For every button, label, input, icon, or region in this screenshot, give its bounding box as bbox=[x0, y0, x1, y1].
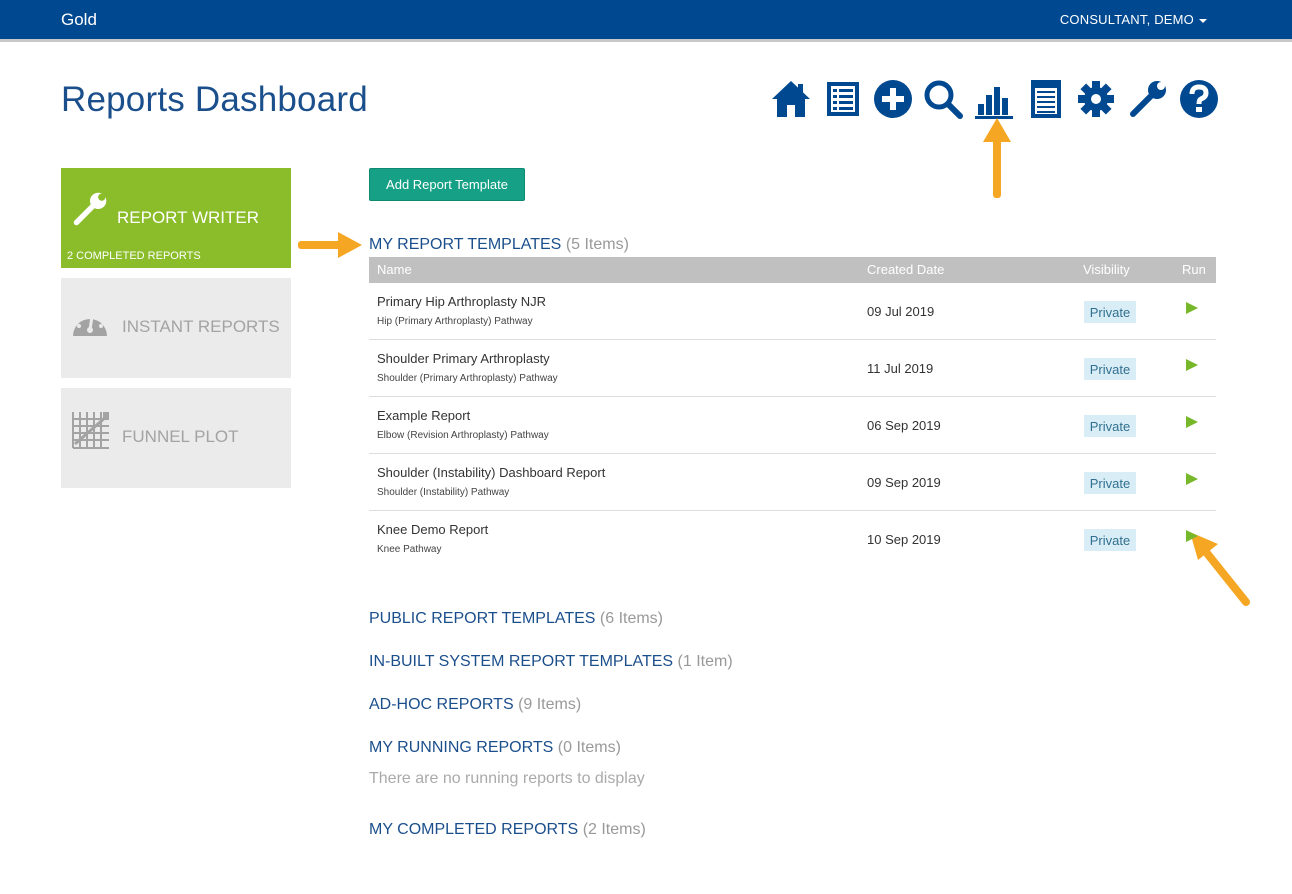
funnel-plot-label: FUNNEL PLOT bbox=[122, 427, 239, 446]
section-count: (5 Items) bbox=[565, 236, 629, 253]
created-date: 10 Sep 2019 bbox=[867, 532, 941, 547]
table-row[interactable]: Primary Hip Arthroplasty NJR Hip (Primar… bbox=[369, 283, 1216, 340]
report-name[interactable]: Shoulder Primary Arthroplasty bbox=[377, 351, 550, 366]
report-name[interactable]: Primary Hip Arthroplasty NJR bbox=[377, 294, 546, 309]
visibility-badge: Private bbox=[1084, 472, 1136, 494]
visibility-badge: Private bbox=[1084, 529, 1136, 551]
running-reports-heading[interactable]: MY RUNNING REPORTS (0 Items) bbox=[369, 739, 621, 757]
report-pathway: Shoulder (Primary Arthroplasty) Pathway bbox=[377, 373, 558, 384]
report-name[interactable]: Shoulder (Instability) Dashboard Report bbox=[377, 465, 605, 480]
created-date: 09 Sep 2019 bbox=[867, 475, 941, 490]
section-title: PUBLIC REPORT TEMPLATES bbox=[369, 610, 596, 627]
completed-reports-count: 2 COMPLETED REPORTS bbox=[67, 250, 201, 262]
adhoc-reports-heading[interactable]: AD-HOC REPORTS (9 Items) bbox=[369, 696, 581, 714]
table-row[interactable]: Example Report Elbow (Revision Arthropla… bbox=[369, 397, 1216, 454]
report-writer-label: REPORT WRITER bbox=[117, 208, 259, 227]
funnel-plot-icon bbox=[72, 412, 109, 449]
top-navbar: Gold CONSULTANT, DEMO bbox=[0, 0, 1292, 42]
annotation-arrow-up bbox=[983, 118, 1011, 198]
wrench-icon[interactable] bbox=[1127, 78, 1169, 120]
speedometer-icon bbox=[73, 315, 107, 336]
report-name[interactable]: Knee Demo Report bbox=[377, 522, 488, 537]
gear-icon[interactable] bbox=[1075, 78, 1117, 120]
visibility-badge: Private bbox=[1084, 415, 1136, 437]
add-report-template-button[interactable]: Add Report Template bbox=[369, 168, 525, 201]
brand-title[interactable]: Gold bbox=[61, 10, 97, 30]
running-reports-empty-message: There are no running reports to display bbox=[369, 770, 645, 787]
report-pathway: Elbow (Revision Arthroplasty) Pathway bbox=[377, 430, 549, 441]
chevron-down-icon bbox=[1199, 18, 1207, 23]
section-title: MY RUNNING REPORTS bbox=[369, 739, 554, 756]
report-name[interactable]: Example Report bbox=[377, 408, 470, 423]
report-pathway: Knee Pathway bbox=[377, 544, 442, 555]
instant-reports-tile[interactable]: INSTANT REPORTS bbox=[61, 278, 291, 378]
created-date: 11 Jul 2019 bbox=[867, 361, 934, 376]
list-icon[interactable] bbox=[822, 78, 864, 120]
created-date: 06 Sep 2019 bbox=[867, 418, 941, 433]
table-row[interactable]: Shoulder Primary Arthroplasty Shoulder (… bbox=[369, 340, 1216, 397]
instant-reports-label: INSTANT REPORTS bbox=[122, 317, 280, 336]
section-title: MY REPORT TEMPLATES bbox=[369, 236, 562, 253]
search-icon[interactable] bbox=[922, 78, 964, 120]
run-icon[interactable] bbox=[1186, 416, 1198, 428]
user-menu[interactable]: CONSULTANT, DEMO bbox=[1060, 12, 1207, 27]
section-title: AD-HOC REPORTS bbox=[369, 696, 514, 713]
column-header-visibility: Visibility bbox=[1083, 262, 1130, 277]
table-row[interactable]: Shoulder (Instability) Dashboard Report … bbox=[369, 454, 1216, 511]
section-title: MY COMPLETED REPORTS bbox=[369, 821, 579, 838]
notepad-icon[interactable] bbox=[1025, 78, 1067, 120]
run-icon[interactable] bbox=[1186, 530, 1198, 542]
page-title: Reports Dashboard bbox=[61, 80, 368, 119]
section-title: IN-BUILT SYSTEM REPORT TEMPLATES bbox=[369, 653, 674, 670]
visibility-badge: Private bbox=[1084, 358, 1136, 380]
created-date: 09 Jul 2019 bbox=[867, 304, 935, 319]
section-count: (2 Items) bbox=[582, 821, 646, 838]
run-icon[interactable] bbox=[1186, 473, 1198, 485]
visibility-badge: Private bbox=[1084, 301, 1136, 323]
report-pathway: Hip (Primary Arthroplasty) Pathway bbox=[377, 316, 533, 327]
section-count: (1 Item) bbox=[677, 653, 733, 670]
column-header-run: Run bbox=[1182, 262, 1206, 277]
table-row[interactable]: Knee Demo Report Knee Pathway 10 Sep 201… bbox=[369, 511, 1216, 568]
help-icon[interactable] bbox=[1178, 78, 1220, 120]
run-icon[interactable] bbox=[1186, 302, 1198, 314]
add-circle-icon[interactable] bbox=[872, 78, 914, 120]
completed-reports-heading[interactable]: MY COMPLETED REPORTS (2 Items) bbox=[369, 821, 646, 839]
column-header-created: Created Date bbox=[867, 262, 945, 277]
run-icon[interactable] bbox=[1186, 359, 1198, 371]
section-count: (0 Items) bbox=[557, 739, 621, 756]
home-icon[interactable] bbox=[770, 78, 812, 120]
public-report-templates-heading[interactable]: PUBLIC REPORT TEMPLATES (6 Items) bbox=[369, 610, 663, 628]
annotation-arrow-right bbox=[298, 232, 362, 258]
section-count: (6 Items) bbox=[599, 610, 664, 627]
inbuilt-report-templates-heading[interactable]: IN-BUILT SYSTEM REPORT TEMPLATES (1 Item… bbox=[369, 653, 733, 671]
bar-chart-icon[interactable] bbox=[973, 78, 1015, 120]
report-pathway: Shoulder (Instability) Pathway bbox=[377, 487, 510, 498]
column-header-name: Name bbox=[377, 262, 412, 277]
my-report-templates-heading[interactable]: MY REPORT TEMPLATES (5 Items) bbox=[369, 236, 629, 254]
funnel-plot-tile[interactable]: FUNNEL PLOT bbox=[61, 388, 291, 488]
section-count: (9 Items) bbox=[518, 696, 582, 713]
table-header: Name Created Date Visibility Run bbox=[369, 257, 1216, 283]
wrench-icon bbox=[73, 192, 107, 226]
report-writer-tile[interactable]: REPORT WRITER 2 COMPLETED REPORTS bbox=[61, 168, 291, 268]
user-name: CONSULTANT, DEMO bbox=[1059, 12, 1194, 27]
